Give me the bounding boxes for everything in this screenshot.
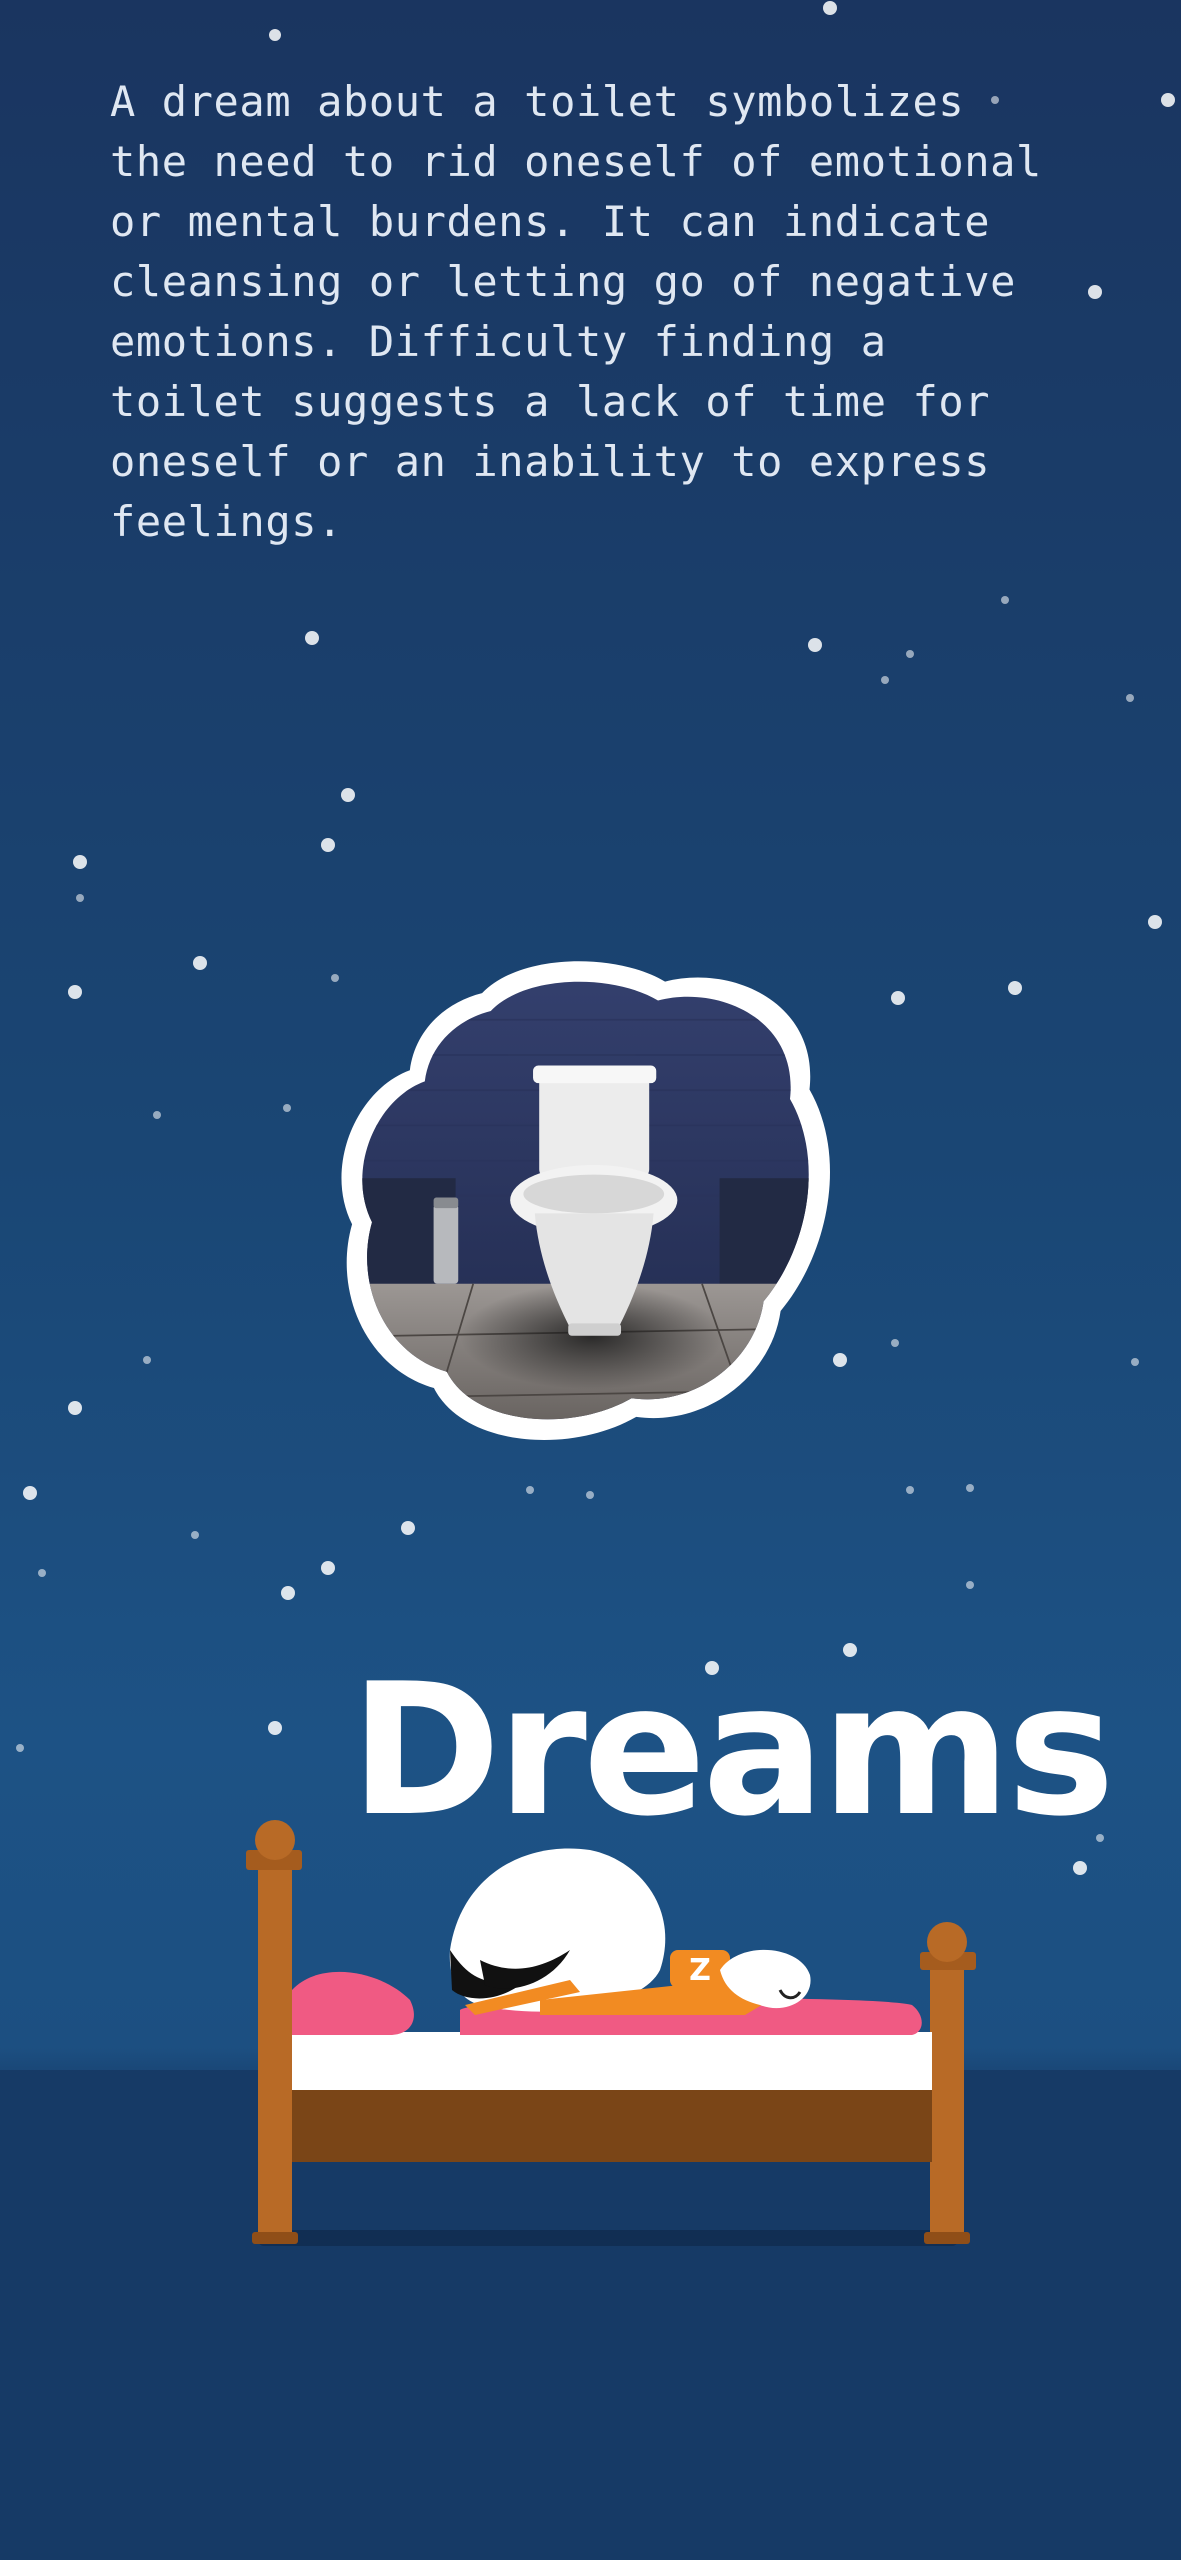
star-dot bbox=[1001, 596, 1009, 604]
star-dot bbox=[1126, 694, 1134, 702]
star-dot bbox=[76, 894, 84, 902]
star-dot bbox=[808, 638, 822, 652]
star-dot bbox=[269, 29, 281, 41]
star-dot bbox=[401, 1521, 415, 1535]
star-dot bbox=[823, 1, 837, 15]
star-dot bbox=[73, 855, 87, 869]
star-dot bbox=[68, 1401, 82, 1415]
star-dot bbox=[23, 1486, 37, 1500]
sleeping-stork-bed-illustration: Z bbox=[246, 1820, 976, 2246]
star-dot bbox=[281, 1586, 295, 1600]
star-dot bbox=[526, 1486, 534, 1494]
toilet-image bbox=[341, 961, 830, 1440]
star-dot bbox=[1148, 915, 1162, 929]
star-dot bbox=[321, 1561, 335, 1575]
star-dot bbox=[906, 1486, 914, 1494]
star-dot bbox=[193, 956, 207, 970]
star-dot bbox=[1161, 93, 1175, 107]
star-dot bbox=[68, 985, 82, 999]
dream-meaning-screen: A dream about a toilet symbolizes the ne… bbox=[0, 0, 1181, 2560]
star-dot bbox=[268, 1721, 282, 1735]
star-dot bbox=[891, 991, 905, 1005]
star-dot bbox=[586, 1491, 594, 1499]
dream-meaning-text: A dream about a toilet symbolizes the ne… bbox=[110, 77, 1042, 546]
star-dot bbox=[321, 838, 335, 852]
star-dot bbox=[966, 1484, 974, 1492]
star-dot bbox=[881, 676, 889, 684]
star-dot bbox=[143, 1356, 151, 1364]
star-dot bbox=[1008, 981, 1022, 995]
star-dot bbox=[1073, 1861, 1087, 1875]
star-dot bbox=[191, 1531, 199, 1539]
star-dot bbox=[906, 650, 914, 658]
star-dot bbox=[16, 1744, 24, 1752]
star-dot bbox=[891, 1339, 899, 1347]
star-dot bbox=[38, 1569, 46, 1577]
star-dot bbox=[153, 1111, 161, 1119]
star-dot bbox=[283, 1104, 291, 1112]
star-dot bbox=[1131, 1358, 1139, 1366]
star-dot bbox=[966, 1581, 974, 1589]
sleep-z-emblem: Z bbox=[689, 1953, 711, 1988]
star-dot bbox=[341, 788, 355, 802]
star-dot bbox=[305, 631, 319, 645]
